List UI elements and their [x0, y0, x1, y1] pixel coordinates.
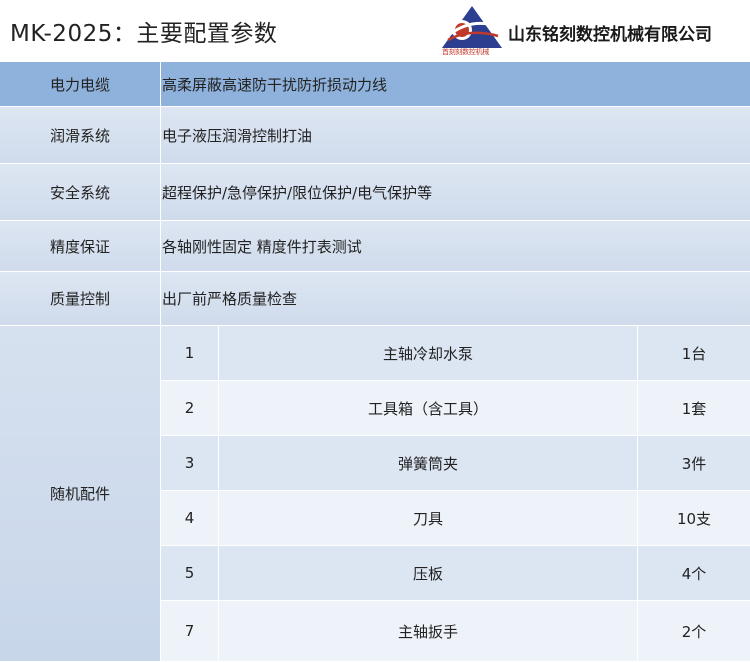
spec-row: 精度保证 各轴刚性固定 精度件打表测试: [0, 221, 750, 272]
accessory-row: 5 压板 4个: [161, 546, 750, 601]
spec-label: 质量控制: [0, 272, 161, 325]
accessory-number: 1: [161, 326, 219, 380]
accessory-row: 3 弹簧筒夹 3件: [161, 436, 750, 491]
spec-value: 高柔屏蔽高速防干扰防折损动力线: [162, 75, 388, 94]
spec-label: 润滑系统: [0, 107, 161, 163]
page-header: MK-2025：主要配置参数 首刻刻数控机械 山东铭刻数控机械有限公司: [0, 0, 750, 62]
accessory-name: 工具箱（含工具）: [219, 381, 638, 435]
page-title: MK-2025：主要配置参数: [10, 21, 278, 47]
spec-label: 精度保证: [0, 221, 161, 271]
accessory-name: 主轴冷却水泵: [219, 326, 638, 380]
accessory-number: 7: [161, 601, 219, 661]
accessory-name: 压板: [219, 546, 638, 600]
spec-row: 电力电缆 高柔屏蔽高速防干扰防折损动力线: [0, 62, 750, 107]
spec-value: 出厂前严格质量检查: [162, 290, 298, 308]
accessory-number: 3: [161, 436, 219, 490]
accessories-label: 随机配件: [0, 326, 161, 661]
accessory-qty: 1台: [681, 344, 707, 363]
accessory-number: 4: [161, 491, 219, 545]
accessory-name: 弹簧筒夹: [219, 436, 638, 490]
accessory-row: 4 刀具 10支: [161, 491, 750, 546]
accessory-qty: 10支: [676, 509, 712, 528]
accessory-qty: 4个: [681, 564, 707, 583]
accessory-row: 7 主轴扳手 2个: [161, 601, 750, 662]
spec-value: 超程保护/急停保护/限位保护/电气保护等: [162, 183, 433, 202]
spec-row: 安全系统 超程保护/急停保护/限位保护/电气保护等: [0, 164, 750, 221]
accessory-qty: 3件: [681, 454, 707, 473]
spec-row: 质量控制 出厂前严格质量检查: [0, 272, 750, 326]
accessory-number: 2: [161, 381, 219, 435]
spec-value: 各轴刚性固定 精度件打表测试: [162, 237, 362, 256]
company-name: 山东铭刻数控机械有限公司: [508, 25, 712, 45]
accessories-section: 随机配件 1 主轴冷却水泵 1台 2 工具箱（含工具） 1套 3 弹簧筒夹 3件…: [0, 326, 750, 662]
accessory-qty: 1套: [681, 399, 707, 418]
accessory-row: 1 主轴冷却水泵 1台: [161, 326, 750, 381]
spec-table: 电力电缆 高柔屏蔽高速防干扰防折损动力线 润滑系统 电子液压润滑控制打油 安全系…: [0, 62, 750, 662]
accessory-name: 刀具: [219, 491, 638, 545]
spec-label: 安全系统: [0, 164, 161, 220]
accessory-name: 主轴扳手: [219, 601, 638, 661]
logo-subtitle: 首刻刻数控机械: [442, 48, 489, 56]
spec-value: 电子液压润滑控制打油: [162, 126, 313, 145]
accessory-row: 2 工具箱（含工具） 1套: [161, 381, 750, 436]
accessory-number: 5: [161, 546, 219, 600]
spec-row: 润滑系统 电子液压润滑控制打油: [0, 107, 750, 164]
accessory-qty: 2个: [681, 622, 707, 641]
spec-label: 电力电缆: [0, 62, 161, 106]
